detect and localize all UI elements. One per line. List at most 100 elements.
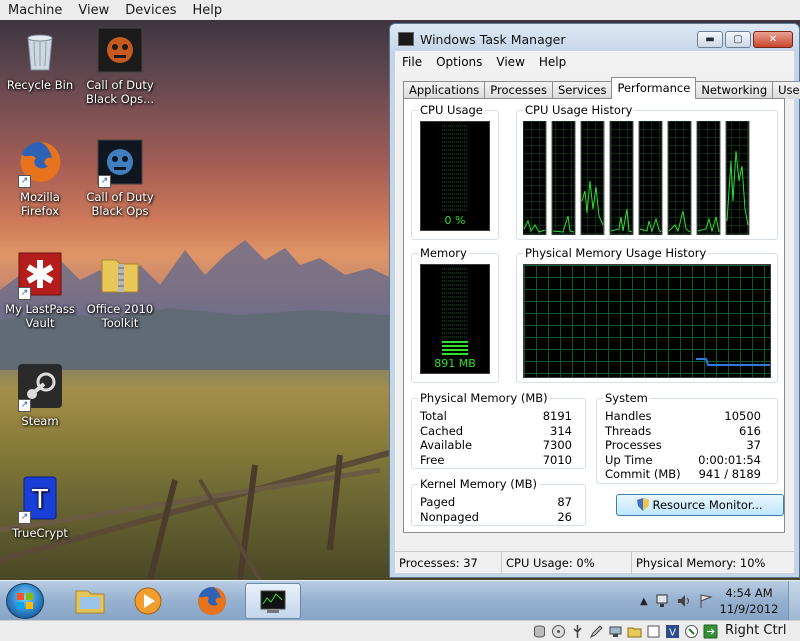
memory-meter: 891 MB [420,264,490,374]
truecrypt-icon: T ↗ [16,474,64,524]
stat-value: 7010 [542,452,572,467]
stat-label: Free [420,452,445,467]
stat-value: 7300 [542,438,572,453]
cpu-core-graph-1 [522,120,547,236]
network-icon[interactable] [654,593,670,609]
optical-drive-icon[interactable] [551,624,566,639]
stat-threads: Threads 616 [605,424,761,439]
stat-handles: Handles 10500 [605,409,761,424]
taskbar-task-manager[interactable] [245,583,301,619]
keyboard-capture-icon[interactable] [703,624,718,639]
desktop-icon-label: Office 2010 Toolkit [86,302,154,330]
maximize-button[interactable]: ▢ [725,31,751,48]
volume-icon[interactable] [676,593,692,609]
hard-disk-icon[interactable] [532,624,547,639]
vm-menubar: Machine View Devices Help [0,0,800,20]
desktop-icon-label: Recycle Bin [6,78,74,92]
desktop-icon-firefox[interactable]: ↗ Mozilla Firefox [0,138,80,218]
minimize-button[interactable]: ▬ [697,31,723,48]
tray-expand-icon[interactable]: ▲ [640,596,648,607]
resource-monitor-button[interactable]: Resource Monitor... [616,494,784,516]
cpu-core-graph-2 [551,120,576,236]
stat-available: Available 7300 [420,438,572,453]
memory-history-graph [523,264,771,378]
host-key-label: Right Ctrl [725,623,787,638]
menu-view[interactable]: View [489,55,531,69]
task-manager-client: Applications Processes Services Performa… [395,73,800,573]
memory-meter-fill [442,341,468,355]
stat-nonpaged: Nonpaged 26 [420,510,572,525]
stat-label: Paged [420,495,456,509]
desktop-icon-steam[interactable]: ↗ Steam [0,362,80,428]
desktop-icon-label: Call of Duty Black Ops... [85,78,155,106]
stat-value: 26 [557,509,572,524]
windows-explorer-icon [75,590,105,614]
stat-label: Commit (MB) [605,467,681,482]
kernel-memory-label: Kernel Memory (MB) [418,477,539,491]
display-icon[interactable] [646,624,661,639]
desktop-icon-call-of-duty-2[interactable]: ↗ Call of Duty Black Ops [80,138,160,218]
tab-performance[interactable]: Performance [611,77,697,99]
vm-statusbar: V Right Ctrl [0,620,800,641]
taskbar-clock[interactable]: 4:54 AM 11/9/2012 [714,585,784,617]
cpu-usage-meter: 0 % [420,121,490,231]
call-of-duty-icon [96,26,144,74]
action-center-flag-icon[interactable] [698,593,714,609]
taskbar-firefox[interactable] [184,583,240,619]
stat-label: Available [420,438,473,453]
desktop-icon-lastpass[interactable]: ↗ My LastPass Vault [0,250,80,330]
tab-applications[interactable]: Applications [403,81,486,99]
vm-menu-help[interactable]: Help [185,3,231,18]
media-player-icon [134,587,162,615]
tab-users[interactable]: Users [772,81,800,99]
vm-menu-devices[interactable]: Devices [117,3,184,18]
vm-menu-view[interactable]: View [70,3,117,18]
virtualbox-v-icon[interactable]: V [665,624,680,639]
svg-text:V: V [669,628,676,639]
tab-strip: Applications Processes Services Performa… [403,77,800,99]
cpu-history-label: CPU Usage History [523,103,635,117]
stat-free: Free 7010 [420,453,572,468]
menu-help[interactable]: Help [532,55,573,69]
desktop-icon-truecrypt[interactable]: T ↗ TrueCrypt [0,474,80,540]
desktop-icon-office-toolkit[interactable]: Office 2010 Toolkit [80,250,160,330]
menu-file[interactable]: File [395,55,429,69]
pen-icon[interactable] [589,624,604,639]
vm-menu-machine[interactable]: Machine [0,3,70,18]
task-manager-icon [260,590,286,613]
desktop-icon-recycle-bin[interactable]: Recycle Bin [0,26,80,92]
tab-networking[interactable]: Networking [695,81,774,99]
taskbar-media-player[interactable] [120,583,176,619]
stat-paged: Paged 87 [420,495,572,510]
cpu-usage-value: 0 % [444,214,466,227]
tab-processes[interactable]: Processes [484,81,553,99]
system-label: System [603,391,650,405]
shortcut-arrow-icon: ↗ [18,511,31,524]
status-cpu-usage: CPU Usage: 0% [502,551,632,574]
desktop-icon-label: Steam [21,414,59,428]
desktop-icon-label: My LastPass Vault [5,302,75,330]
stat-label: Threads [605,423,652,438]
stat-commit: Commit (MB) 941 / 8189 [605,467,761,482]
mouse-integration-icon[interactable] [684,624,699,639]
cpu-core-graph-6 [667,120,692,236]
start-button[interactable] [6,583,44,619]
desktop-icon-call-of-duty-1[interactable]: Call of Duty Black Ops... [80,26,160,106]
desktop-icon-label: Call of Duty Black Ops [86,190,154,218]
cpu-meter-dots [442,125,468,211]
stat-total: Total 8191 [420,409,572,424]
menu-options[interactable]: Options [429,55,489,69]
shared-folder-icon[interactable] [627,624,642,639]
taskbar-explorer[interactable] [62,583,118,619]
network-adapter-icon[interactable] [608,624,623,639]
shortcut-arrow-icon: ↗ [98,175,111,188]
cpu-history-graphs [522,120,773,236]
tab-services[interactable]: Services [551,81,613,99]
stat-label: Total [420,409,447,423]
stat-value: 10500 [724,409,761,423]
show-desktop-button[interactable] [788,581,800,621]
cpu-usage-group: CPU Usage 0 % [411,103,499,240]
close-button[interactable]: ✕ [753,31,793,48]
stat-value: 37 [746,438,761,453]
usb-icon[interactable] [570,624,585,639]
